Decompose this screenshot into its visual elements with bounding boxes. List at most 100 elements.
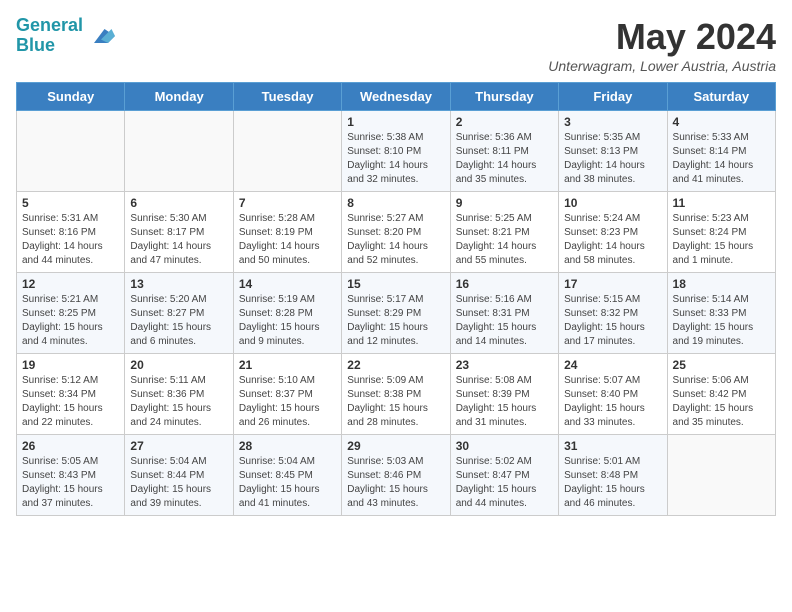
day-info: Sunrise: 5:36 AM Sunset: 8:11 PM Dayligh… bbox=[456, 131, 553, 187]
day-info: Sunrise: 5:05 AM Sunset: 8:43 PM Dayligh… bbox=[22, 455, 119, 511]
day-info: Sunrise: 5:31 AM Sunset: 8:16 PM Dayligh… bbox=[22, 212, 119, 268]
day-info: Sunrise: 5:08 AM Sunset: 8:39 PM Dayligh… bbox=[456, 374, 553, 430]
calendar-cell: 4 Sunrise: 5:33 AM Sunset: 8:14 PM Daylig… bbox=[667, 111, 775, 192]
day-info: Sunrise: 5:10 AM Sunset: 8:37 PM Dayligh… bbox=[239, 374, 336, 430]
day-info: Sunrise: 5:01 AM Sunset: 8:48 PM Dayligh… bbox=[564, 455, 661, 511]
day-number: 23 bbox=[456, 358, 553, 372]
calendar-cell: 19 Sunrise: 5:12 AM Sunset: 8:34 PM Dayli… bbox=[17, 354, 125, 435]
calendar-cell: 21 Sunrise: 5:10 AM Sunset: 8:37 PM Dayli… bbox=[233, 354, 341, 435]
calendar-cell: 3Sunrise: 5:35 AM Sunset: 8:13 PM Daylig… bbox=[559, 111, 667, 192]
day-info: Sunrise: 5:06 AM Sunset: 8:42 PM Dayligh… bbox=[673, 374, 770, 430]
day-number: 12 bbox=[22, 277, 119, 291]
day-info: Sunrise: 5:16 AM Sunset: 8:31 PM Dayligh… bbox=[456, 293, 553, 349]
location: Unterwagram, Lower Austria, Austria bbox=[548, 58, 776, 74]
day-number: 10 bbox=[564, 196, 661, 210]
weekday-header-cell: Wednesday bbox=[342, 83, 450, 111]
calendar-cell: 12 Sunrise: 5:21 AM Sunset: 8:25 PM Dayli… bbox=[17, 273, 125, 354]
day-number: 31 bbox=[564, 439, 661, 453]
day-number: 6 bbox=[130, 196, 227, 210]
calendar-cell: 7Sunrise: 5:28 AM Sunset: 8:19 PM Daylig… bbox=[233, 192, 341, 273]
calendar-cell: 25 Sunrise: 5:06 AM Sunset: 8:42 PM Dayli… bbox=[667, 354, 775, 435]
calendar-cell: 6 Sunrise: 5:30 AM Sunset: 8:17 PM Daylig… bbox=[125, 192, 233, 273]
calendar-cell: 9Sunrise: 5:25 AM Sunset: 8:21 PM Daylig… bbox=[450, 192, 558, 273]
day-number: 5 bbox=[22, 196, 119, 210]
calendar-cell: 8 Sunrise: 5:27 AM Sunset: 8:20 PM Daylig… bbox=[342, 192, 450, 273]
day-number: 1 bbox=[347, 115, 444, 129]
calendar-cell: 26 Sunrise: 5:05 AM Sunset: 8:43 PM Dayli… bbox=[17, 435, 125, 516]
calendar-cell: 10 Sunrise: 5:24 AM Sunset: 8:23 PM Dayli… bbox=[559, 192, 667, 273]
weekday-header-cell: Monday bbox=[125, 83, 233, 111]
day-number: 13 bbox=[130, 277, 227, 291]
weekday-header-cell: Tuesday bbox=[233, 83, 341, 111]
day-number: 18 bbox=[673, 277, 770, 291]
day-number: 15 bbox=[347, 277, 444, 291]
calendar-cell: 20Sunrise: 5:11 AM Sunset: 8:36 PM Dayli… bbox=[125, 354, 233, 435]
calendar-cell: 13 Sunrise: 5:20 AM Sunset: 8:27 PM Dayli… bbox=[125, 273, 233, 354]
calendar-cell: 22Sunrise: 5:09 AM Sunset: 8:38 PM Dayli… bbox=[342, 354, 450, 435]
weekday-header-cell: Saturday bbox=[667, 83, 775, 111]
day-number: 11 bbox=[673, 196, 770, 210]
day-number: 24 bbox=[564, 358, 661, 372]
calendar-cell: 29Sunrise: 5:03 AM Sunset: 8:46 PM Dayli… bbox=[342, 435, 450, 516]
day-number: 30 bbox=[456, 439, 553, 453]
day-number: 17 bbox=[564, 277, 661, 291]
day-info: Sunrise: 5:04 AM Sunset: 8:45 PM Dayligh… bbox=[239, 455, 336, 511]
calendar-cell: 30 Sunrise: 5:02 AM Sunset: 8:47 PM Dayli… bbox=[450, 435, 558, 516]
logo-icon bbox=[87, 22, 115, 50]
day-info: Sunrise: 5:21 AM Sunset: 8:25 PM Dayligh… bbox=[22, 293, 119, 349]
calendar-cell bbox=[667, 435, 775, 516]
calendar-cell: 24 Sunrise: 5:07 AM Sunset: 8:40 PM Dayli… bbox=[559, 354, 667, 435]
day-number: 14 bbox=[239, 277, 336, 291]
day-info: Sunrise: 5:27 AM Sunset: 8:20 PM Dayligh… bbox=[347, 212, 444, 268]
calendar-cell: 16 Sunrise: 5:16 AM Sunset: 8:31 PM Dayli… bbox=[450, 273, 558, 354]
page-header: General Blue May 2024 Unterwagram, Lower… bbox=[16, 16, 776, 74]
day-info: Sunrise: 5:04 AM Sunset: 8:44 PM Dayligh… bbox=[130, 455, 227, 511]
day-number: 2 bbox=[456, 115, 553, 129]
logo-text: General Blue bbox=[16, 16, 83, 56]
day-number: 28 bbox=[239, 439, 336, 453]
calendar-cell: 2 Sunrise: 5:36 AM Sunset: 8:11 PM Daylig… bbox=[450, 111, 558, 192]
calendar-cell: 27Sunrise: 5:04 AM Sunset: 8:44 PM Dayli… bbox=[125, 435, 233, 516]
day-info: Sunrise: 5:02 AM Sunset: 8:47 PM Dayligh… bbox=[456, 455, 553, 511]
day-info: Sunrise: 5:12 AM Sunset: 8:34 PM Dayligh… bbox=[22, 374, 119, 430]
weekday-header-cell: Thursday bbox=[450, 83, 558, 111]
day-number: 4 bbox=[673, 115, 770, 129]
calendar-week-row: 19 Sunrise: 5:12 AM Sunset: 8:34 PM Dayli… bbox=[17, 354, 776, 435]
day-info: Sunrise: 5:09 AM Sunset: 8:38 PM Dayligh… bbox=[347, 374, 444, 430]
day-info: Sunrise: 5:24 AM Sunset: 8:23 PM Dayligh… bbox=[564, 212, 661, 268]
day-info: Sunrise: 5:33 AM Sunset: 8:14 PM Dayligh… bbox=[673, 131, 770, 187]
day-info: Sunrise: 5:17 AM Sunset: 8:29 PM Dayligh… bbox=[347, 293, 444, 349]
weekday-header-cell: Friday bbox=[559, 83, 667, 111]
calendar-cell bbox=[17, 111, 125, 192]
day-number: 25 bbox=[673, 358, 770, 372]
day-info: Sunrise: 5:07 AM Sunset: 8:40 PM Dayligh… bbox=[564, 374, 661, 430]
day-number: 8 bbox=[347, 196, 444, 210]
title-block: May 2024 Unterwagram, Lower Austria, Aus… bbox=[548, 16, 776, 74]
calendar-cell: 1Sunrise: 5:38 AM Sunset: 8:10 PM Daylig… bbox=[342, 111, 450, 192]
day-number: 7 bbox=[239, 196, 336, 210]
calendar-cell: 23 Sunrise: 5:08 AM Sunset: 8:39 PM Dayli… bbox=[450, 354, 558, 435]
day-number: 3 bbox=[564, 115, 661, 129]
day-number: 21 bbox=[239, 358, 336, 372]
day-info: Sunrise: 5:19 AM Sunset: 8:28 PM Dayligh… bbox=[239, 293, 336, 349]
calendar-cell: 18 Sunrise: 5:14 AM Sunset: 8:33 PM Dayli… bbox=[667, 273, 775, 354]
day-number: 9 bbox=[456, 196, 553, 210]
calendar-cell: 5 Sunrise: 5:31 AM Sunset: 8:16 PM Daylig… bbox=[17, 192, 125, 273]
day-info: Sunrise: 5:11 AM Sunset: 8:36 PM Dayligh… bbox=[130, 374, 227, 430]
day-number: 19 bbox=[22, 358, 119, 372]
calendar-cell: 31 Sunrise: 5:01 AM Sunset: 8:48 PM Dayli… bbox=[559, 435, 667, 516]
month-title: May 2024 bbox=[548, 16, 776, 58]
day-info: Sunrise: 5:30 AM Sunset: 8:17 PM Dayligh… bbox=[130, 212, 227, 268]
calendar-cell: 28 Sunrise: 5:04 AM Sunset: 8:45 PM Dayli… bbox=[233, 435, 341, 516]
day-info: Sunrise: 5:03 AM Sunset: 8:46 PM Dayligh… bbox=[347, 455, 444, 511]
weekday-header-cell: Sunday bbox=[17, 83, 125, 111]
day-info: Sunrise: 5:20 AM Sunset: 8:27 PM Dayligh… bbox=[130, 293, 227, 349]
day-number: 16 bbox=[456, 277, 553, 291]
calendar-cell: 14 Sunrise: 5:19 AM Sunset: 8:28 PM Dayli… bbox=[233, 273, 341, 354]
calendar-cell: 17Sunrise: 5:15 AM Sunset: 8:32 PM Dayli… bbox=[559, 273, 667, 354]
day-number: 26 bbox=[22, 439, 119, 453]
calendar-week-row: 5 Sunrise: 5:31 AM Sunset: 8:16 PM Daylig… bbox=[17, 192, 776, 273]
day-info: Sunrise: 5:23 AM Sunset: 8:24 PM Dayligh… bbox=[673, 212, 770, 268]
day-info: Sunrise: 5:14 AM Sunset: 8:33 PM Dayligh… bbox=[673, 293, 770, 349]
calendar-cell: 15 Sunrise: 5:17 AM Sunset: 8:29 PM Dayli… bbox=[342, 273, 450, 354]
